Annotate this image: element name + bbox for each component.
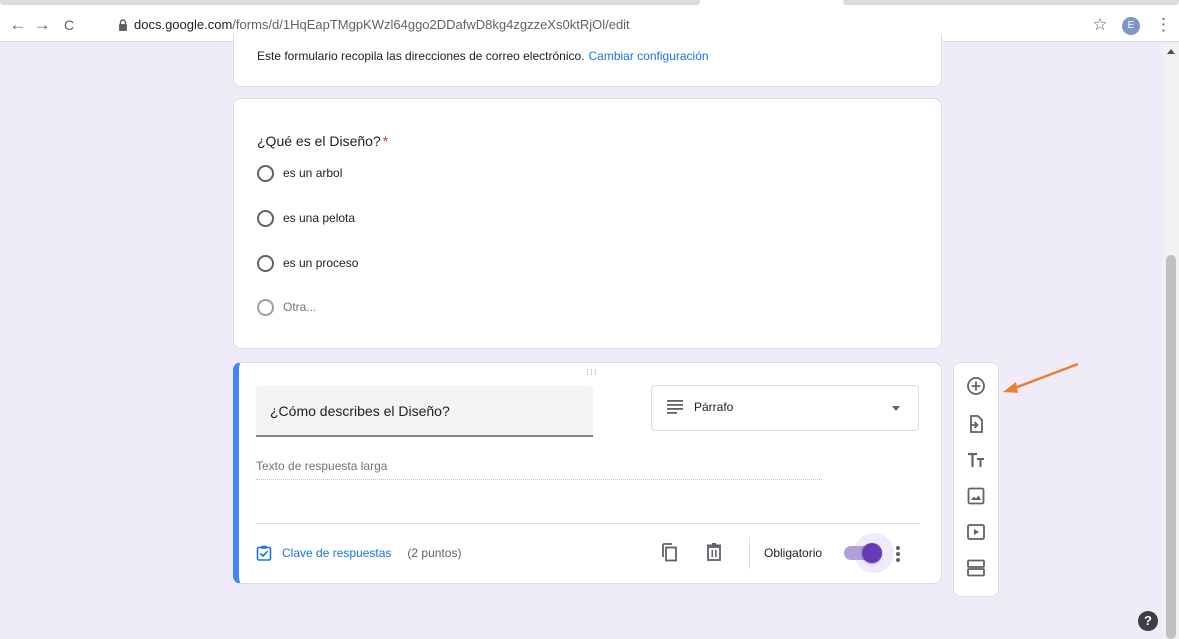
option-label: es un arbol: [283, 166, 343, 180]
answer-key-icon: [256, 545, 272, 561]
scroll-up-arrow-icon[interactable]: [1167, 49, 1175, 54]
email-notice-text: Este formulario recopila las direcciones…: [257, 49, 585, 63]
points-label: (2 puntos): [407, 546, 462, 560]
radio-circle-icon[interactable]: [257, 254, 274, 272]
radio-circle-icon[interactable]: [257, 209, 274, 227]
add-video-icon[interactable]: [964, 520, 988, 544]
radio-option-other[interactable]: Otra...: [257, 297, 316, 317]
add-title-icon[interactable]: [964, 448, 988, 472]
question-title-text: ¿Cómo describes el Diseño?: [270, 403, 450, 419]
question-card-2-active[interactable]: ⁝⁝⁝ ¿Cómo describes el Diseño? Párrafo T…: [233, 362, 942, 584]
toolbar-separator: [749, 537, 750, 569]
required-toggle-label: Obligatorio: [764, 546, 823, 560]
email-notice: Este formulario recopila las direcciones…: [257, 49, 709, 63]
question-title: ¿Qué es el Diseño? *: [257, 133, 388, 149]
option-label-other: Otra...: [283, 300, 317, 314]
forward-button[interactable]: →: [31, 14, 53, 36]
question-card-1[interactable]: ¿Qué es el Diseño? * es un arbol es una p…: [233, 98, 942, 349]
option-label: es una pelota: [283, 211, 356, 225]
paragraph-icon: [667, 400, 683, 414]
radio-option[interactable]: es un arbol: [257, 163, 342, 183]
required-asterisk: *: [382, 133, 389, 149]
question-title-input[interactable]: ¿Cómo describes el Diseño?: [256, 386, 593, 437]
url-path: /forms/d/1HqEapTMgpKWzl64ggo2DDafwD8kg4z…: [232, 17, 630, 32]
back-button[interactable]: ←: [7, 14, 29, 36]
toggle-knob[interactable]: [862, 543, 882, 563]
chevron-down-icon: [892, 406, 900, 411]
import-questions-icon[interactable]: [964, 412, 988, 436]
browser-tab[interactable]: [0, 0, 700, 5]
question-type-label: Párrafo: [694, 400, 734, 414]
browser-tab-strip: [0, 0, 1179, 8]
more-options-icon[interactable]: [892, 543, 904, 565]
scroll-thumb[interactable]: [1166, 255, 1176, 639]
add-section-icon[interactable]: [964, 556, 988, 580]
divider: [256, 523, 920, 524]
profile-avatar[interactable]: E: [1122, 17, 1140, 35]
annotation-arrow-icon: [1003, 362, 1079, 393]
lock-icon[interactable]: [116, 18, 130, 32]
radio-circle-icon[interactable]: [257, 298, 274, 316]
browser-menu-icon[interactable]: ⋮: [1155, 14, 1172, 36]
add-question-icon[interactable]: [964, 374, 988, 398]
bookmark-star-icon[interactable]: ☆: [1089, 14, 1111, 36]
email-notice-card: Este formulario recopila las direcciones…: [233, 34, 942, 87]
page-scrollbar[interactable]: [1163, 43, 1179, 639]
long-answer-placeholder: Texto de respuesta larga: [256, 458, 822, 480]
address-bar[interactable]: docs.google.com/forms/d/1HqEapTMgpKWzl64…: [134, 16, 630, 34]
url-domain: docs.google.com: [134, 17, 233, 32]
question-type-dropdown[interactable]: Párrafo: [651, 385, 919, 431]
radio-circle-icon[interactable]: [257, 164, 274, 182]
side-toolbar: [953, 362, 999, 597]
drag-handle-icon[interactable]: ⁝⁝⁝: [584, 367, 600, 377]
answer-key-button[interactable]: Clave de respuestas (2 puntos): [256, 543, 461, 563]
change-settings-link[interactable]: Cambiar configuración: [589, 49, 709, 63]
reload-button[interactable]: C: [58, 14, 80, 36]
answer-key-label: Clave de respuestas: [282, 546, 392, 560]
radio-option[interactable]: es un proceso: [257, 253, 358, 273]
trash-icon[interactable]: [703, 541, 725, 563]
browser-tab[interactable]: [843, 0, 1179, 5]
option-label: es un proceso: [283, 256, 359, 270]
required-toggle[interactable]: [842, 533, 894, 573]
duplicate-icon[interactable]: [658, 541, 680, 563]
help-button[interactable]: ?: [1138, 611, 1158, 631]
add-image-icon[interactable]: [964, 484, 988, 508]
radio-option[interactable]: es una pelota: [257, 208, 355, 228]
question-title-text: ¿Qué es el Diseño?: [257, 133, 381, 149]
